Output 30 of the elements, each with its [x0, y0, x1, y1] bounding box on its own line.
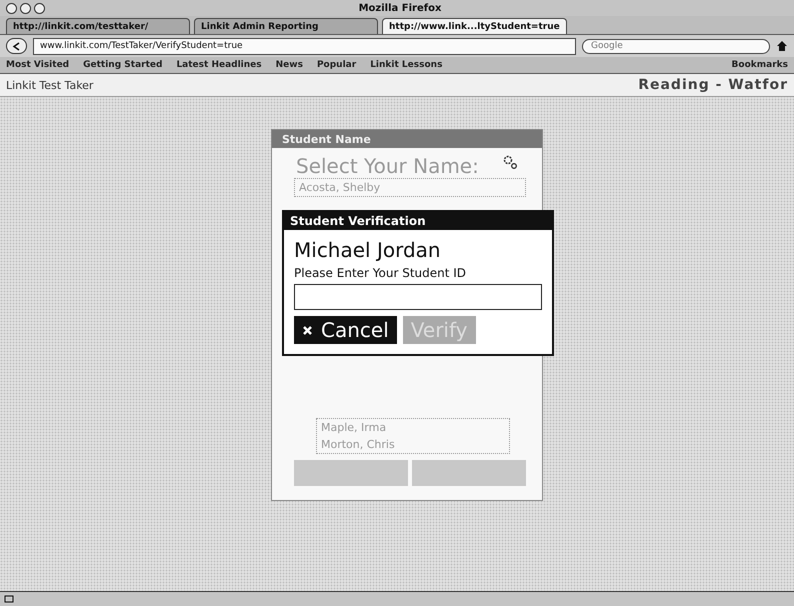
bookmark-item[interactable]: News [276, 60, 303, 70]
bookmark-item[interactable]: Most Visited [6, 60, 70, 70]
search-field[interactable]: Google [582, 38, 770, 54]
home-icon[interactable] [776, 40, 788, 52]
addon-icon[interactable] [4, 594, 14, 604]
window-control-icon[interactable] [6, 2, 17, 14]
dialog-title: Student Verification [284, 212, 552, 230]
bookmark-item[interactable]: Popular [316, 60, 356, 70]
bookmark-item[interactable]: Getting Started [83, 60, 162, 70]
browser-tab[interactable]: Linkit Admin Reporting [194, 18, 378, 34]
cancel-button[interactable]: Cancel [294, 316, 397, 344]
window-control-icon[interactable] [20, 2, 31, 14]
student-name: Michael Jordan [294, 238, 442, 262]
gear-icon[interactable] [502, 154, 518, 170]
bookmark-item[interactable]: Linkit Lessons [370, 60, 442, 70]
panel-title: Student Name [272, 130, 542, 148]
test-context: Reading - Watfor [638, 77, 788, 93]
address-bar[interactable]: www.linkit.com/TestTaker/VerifyStudent=true [33, 38, 576, 54]
browser-tab[interactable]: http://www.link...ltyStudent=true [382, 18, 567, 34]
app-title: Linkit Test Taker [6, 78, 94, 92]
bookmark-item[interactable]: Latest Headlines [176, 60, 262, 70]
id-prompt: Please Enter Your Student ID [294, 266, 468, 280]
bookmarks-menu[interactable]: Bookmarks [732, 60, 788, 70]
window-control-icon[interactable] [34, 2, 45, 14]
student-id-field[interactable] [294, 284, 542, 310]
window-title: Mozilla Firefox [358, 2, 442, 14]
browser-tab[interactable]: http://linkit.com/testtaker/ [6, 18, 190, 34]
back-button[interactable] [6, 38, 27, 54]
close-icon [302, 324, 313, 336]
panel-heading: Select Your Name: [296, 154, 479, 178]
